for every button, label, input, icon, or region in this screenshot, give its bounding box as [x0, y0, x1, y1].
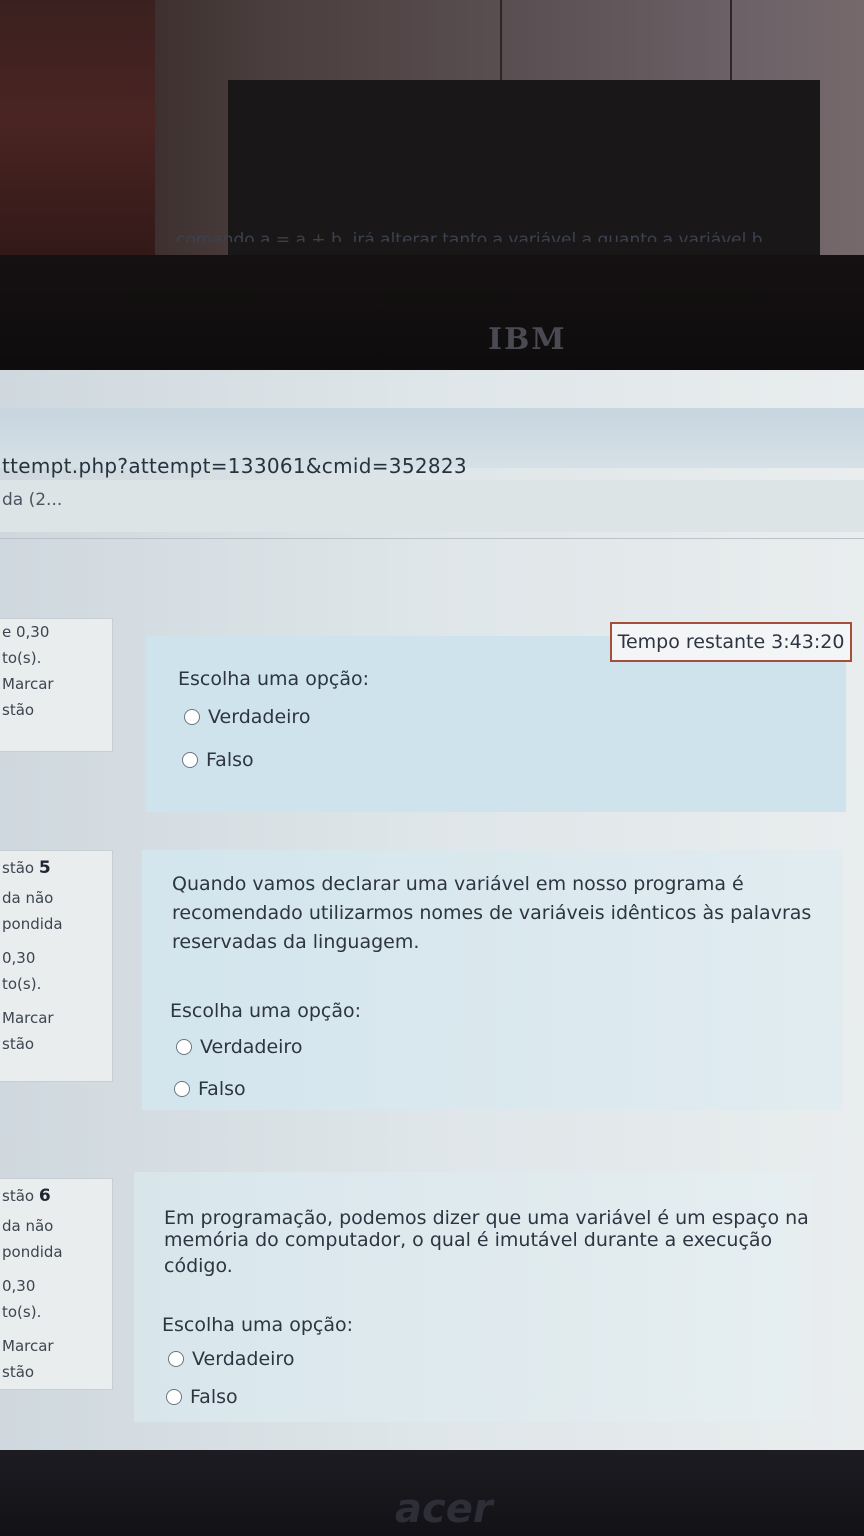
timer-label: Tempo restante: [617, 631, 766, 653]
flag-question-link-2[interactable]: stão: [0, 697, 112, 723]
question-6-option-true[interactable]: Verdadeiro: [168, 1348, 294, 1370]
flag-label[interactable]: Marcar: [2, 675, 54, 693]
flag-question-link[interactable]: Marcar: [0, 671, 112, 697]
timer-box: Tempo restante 3:43:20: [610, 622, 852, 662]
question-4-text-cut: comando a = a + b, irá alterar tanto a v…: [176, 232, 768, 242]
question-4-option-true[interactable]: Verdadeiro: [184, 706, 310, 728]
acer-logo: acer: [395, 1486, 493, 1532]
question-text-line: Quando vamos declarar uma variável em no…: [172, 873, 744, 895]
radio-button[interactable]: [176, 1039, 192, 1055]
question-4-info: e 0,30 to(s). Marcar stão: [0, 618, 113, 752]
flag-label[interactable]: stão: [2, 1363, 34, 1381]
question-5-info: stão 5 da não pondida 0,30 to(s). Marcar…: [0, 850, 113, 1082]
question-label: stão: [2, 1187, 35, 1205]
flag-label[interactable]: stão: [2, 701, 34, 719]
tab-strip: [0, 480, 864, 532]
tab-title[interactable]: da (2...: [2, 490, 62, 510]
grade-text: 0,30: [2, 949, 36, 967]
ibm-logo: IBM: [488, 322, 567, 357]
question-number-value: 6: [38, 1186, 51, 1206]
flag-question-link-2[interactable]: stão: [0, 1359, 112, 1385]
radio-button[interactable]: [166, 1389, 182, 1405]
question-5-prompt: Escolha uma opção:: [170, 1000, 362, 1022]
status-text-2: pondida: [2, 1243, 63, 1261]
option-label[interactable]: Falso: [206, 749, 254, 771]
status-text-2: pondida: [2, 915, 63, 933]
status-text: da não: [2, 889, 54, 907]
question-5-option-false[interactable]: Falso: [174, 1078, 246, 1100]
question-6-info: stão 6 da não pondida 0,30 to(s). Marcar…: [0, 1178, 113, 1390]
option-label[interactable]: Falso: [198, 1078, 246, 1100]
radio-button[interactable]: [168, 1351, 184, 1367]
question-5-option-true[interactable]: Verdadeiro: [176, 1036, 302, 1058]
grade-text: e 0,30: [2, 623, 50, 641]
status-text: da não: [2, 1217, 54, 1235]
flag-question-link[interactable]: Marcar: [0, 1333, 112, 1359]
question-number-value: 5: [38, 858, 51, 878]
option-label[interactable]: Verdadeiro: [192, 1348, 294, 1370]
grade-text: 0,30: [2, 1277, 36, 1295]
flag-label[interactable]: stão: [2, 1035, 34, 1053]
radio-button[interactable]: [182, 752, 198, 768]
question-6-option-false[interactable]: Falso: [166, 1386, 238, 1408]
timer-value: 3:43:20: [771, 631, 845, 653]
address-url[interactable]: ttempt.php?attempt=133061&cmid=352823: [2, 454, 467, 478]
question-number: stão 6: [0, 1179, 112, 1213]
question-5-text: Quando vamos declarar uma variável em no…: [172, 870, 811, 957]
option-label[interactable]: Falso: [190, 1386, 238, 1408]
flag-question-link[interactable]: Marcar: [0, 1005, 112, 1031]
points-text: to(s).: [2, 649, 42, 667]
question-4-option-false[interactable]: Falso: [182, 749, 254, 771]
points-text: to(s).: [2, 1303, 42, 1321]
question-label: stão: [2, 859, 35, 877]
question-text-line: reservadas da linguagem.: [172, 931, 420, 953]
question-6-text: Em programação, podemos dizer que uma va…: [164, 1202, 809, 1282]
flag-question-link-2[interactable]: stão: [0, 1031, 112, 1057]
question-6-prompt: Escolha uma opção:: [162, 1314, 354, 1336]
question-4-prompt: Escolha uma opção:: [178, 668, 370, 690]
page-divider: [0, 538, 864, 539]
question-text-line: memória do computador, o qual é imutável…: [164, 1229, 773, 1251]
radio-button[interactable]: [184, 709, 200, 725]
option-label[interactable]: Verdadeiro: [208, 706, 310, 728]
flag-label[interactable]: Marcar: [2, 1009, 54, 1027]
radio-button[interactable]: [174, 1081, 190, 1097]
flag-label[interactable]: Marcar: [2, 1337, 54, 1355]
option-label[interactable]: Verdadeiro: [200, 1036, 302, 1058]
points-text: to(s).: [2, 975, 42, 993]
question-text-line: recomendado utilizarmos nomes de variáve…: [172, 902, 812, 924]
question-number: stão 5: [0, 851, 112, 885]
